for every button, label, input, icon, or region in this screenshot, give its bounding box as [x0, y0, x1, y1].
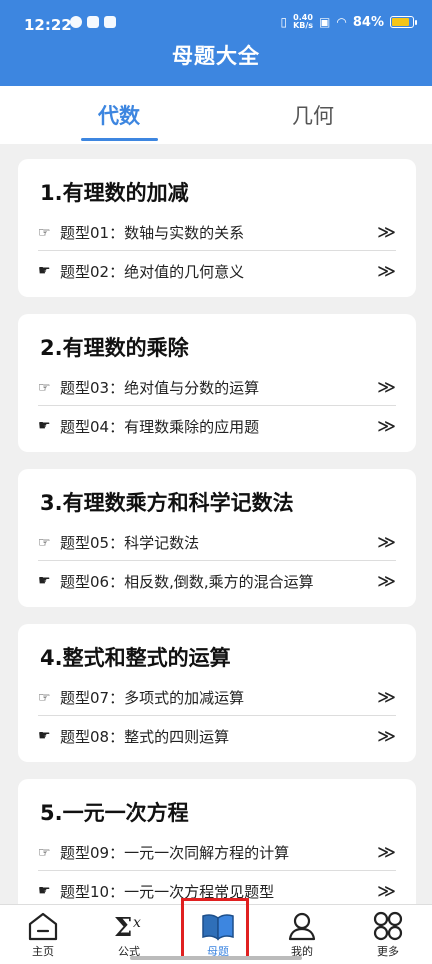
battery-icon: [390, 16, 417, 28]
double-chevron-right-icon: ≫: [377, 842, 396, 863]
list-item[interactable]: ☞ 题型03：绝对值与分数的运算 ≫: [38, 370, 396, 406]
pointing-hand-outline-icon: ☞: [38, 844, 51, 861]
list-item[interactable]: ☛ 题型08：整式的四则运算 ≫: [38, 718, 396, 754]
app-header: 12:22 ▯ 0.40 KB/s ▣ ◠ 84% 母题大全: [0, 0, 432, 86]
tab-algebra[interactable]: 代数: [59, 100, 179, 130]
section-title: 2.有理数的乘除: [40, 336, 189, 360]
nav-home[interactable]: 主页: [13, 911, 73, 959]
section-card: 2.有理数的乘除 ☞ 题型03：绝对值与分数的运算 ≫ ☛ 题型04：有理数乘除…: [18, 314, 416, 452]
status-time: 12:22: [24, 16, 72, 34]
double-chevron-right-icon: ≫: [377, 260, 396, 282]
notification-icons: [70, 16, 116, 28]
pointing-hand-filled-icon: ☛: [38, 263, 51, 279]
status-bar: 12:22 ▯ 0.40 KB/s ▣ ◠ 84%: [0, 0, 432, 40]
pointing-hand-outline-icon: ☞: [38, 689, 51, 706]
section-title: 4.整式和整式的运算: [40, 646, 231, 670]
double-chevron-right-icon: ≫: [377, 725, 396, 747]
pointing-hand-outline-icon: ☞: [38, 224, 51, 241]
grid-circles-icon: [373, 911, 403, 941]
svg-text:Σ: Σ: [114, 913, 132, 941]
net-speed: 0.40 KB/s: [293, 13, 314, 30]
double-chevron-right-icon: ≫: [377, 222, 396, 243]
list-item[interactable]: ☞ 题型01：数轴与实数的关系 ≫: [38, 215, 396, 251]
battery-percent: 84%: [352, 14, 384, 30]
pointing-hand-outline-icon: ☞: [38, 379, 51, 396]
active-tab-indicator: [81, 138, 158, 141]
list-item[interactable]: ☛ 题型02：绝对值的几何意义 ≫: [38, 253, 396, 289]
list-item[interactable]: ☛ 题型04：有理数乘除的应用题 ≫: [38, 408, 396, 444]
tiktok-icon: [104, 16, 116, 28]
gesture-bar: [130, 956, 302, 960]
double-chevron-right-icon: ≫: [377, 532, 396, 553]
section-card: 3.有理数乘方和科学记数法 ☞ 题型05：科学记数法 ≫ ☛ 题型06：相反数,…: [18, 469, 416, 607]
app-notification-icon: [70, 16, 82, 28]
nav-more[interactable]: 更多: [358, 911, 418, 959]
system-status: ▯ 0.40 KB/s ▣ ◠ 84%: [280, 13, 417, 30]
double-chevron-right-icon: ≫: [377, 880, 396, 902]
section-card: 5.一元一次方程 ☞ 题型09：一元一次同解方程的计算 ≫ ☛ 题型10：一元一…: [18, 779, 416, 917]
pointing-hand-filled-icon: ☛: [38, 418, 51, 434]
section-card: 1.有理数的加减 ☞ 题型01：数轴与实数的关系 ≫ ☛ 题型02：绝对值的几何…: [18, 159, 416, 297]
nav-mine[interactable]: 我的: [272, 911, 332, 959]
mail-icon: [87, 16, 99, 28]
list-item[interactable]: ☛ 题型06：相反数,倒数,乘方的混合运算 ≫: [38, 563, 396, 599]
section-card: 4.整式和整式的运算 ☞ 题型07：多项式的加减运算 ≫ ☛ 题型08：整式的四…: [18, 624, 416, 762]
double-chevron-right-icon: ≫: [377, 377, 396, 398]
svg-text:x: x: [133, 915, 141, 931]
pointing-hand-outline-icon: ☞: [38, 534, 51, 551]
double-chevron-right-icon: ≫: [377, 687, 396, 708]
section-title: 3.有理数乘方和科学记数法: [40, 491, 294, 515]
highlight-box: [181, 898, 249, 960]
pointing-hand-filled-icon: ☛: [38, 573, 51, 589]
page-title: 母题大全: [172, 44, 260, 68]
pointing-hand-filled-icon: ☛: [38, 883, 51, 899]
pointing-hand-filled-icon: ☛: [38, 728, 51, 744]
nav-formula[interactable]: Σ x 公式: [99, 911, 159, 959]
section-title: 5.一元一次方程: [40, 801, 189, 825]
list-item[interactable]: ☞ 题型05：科学记数法 ≫: [38, 525, 396, 561]
tab-geometry[interactable]: 几何: [253, 100, 373, 130]
home-icon: [28, 912, 58, 941]
user-icon: [288, 912, 316, 941]
vibrate-icon: ▯: [280, 15, 288, 29]
double-chevron-right-icon: ≫: [377, 415, 396, 437]
sim-icon: ▣: [319, 15, 331, 29]
section-title: 1.有理数的加减: [40, 181, 189, 205]
tab-bar: 代数 几何: [0, 86, 432, 144]
list-item[interactable]: ☞ 题型09：一元一次同解方程的计算 ≫: [38, 835, 396, 871]
list-item[interactable]: ☞ 题型07：多项式的加减运算 ≫: [38, 680, 396, 716]
sigma-x-icon: Σ x: [114, 913, 141, 941]
double-chevron-right-icon: ≫: [377, 570, 396, 592]
wifi-icon: ◠: [336, 15, 347, 29]
